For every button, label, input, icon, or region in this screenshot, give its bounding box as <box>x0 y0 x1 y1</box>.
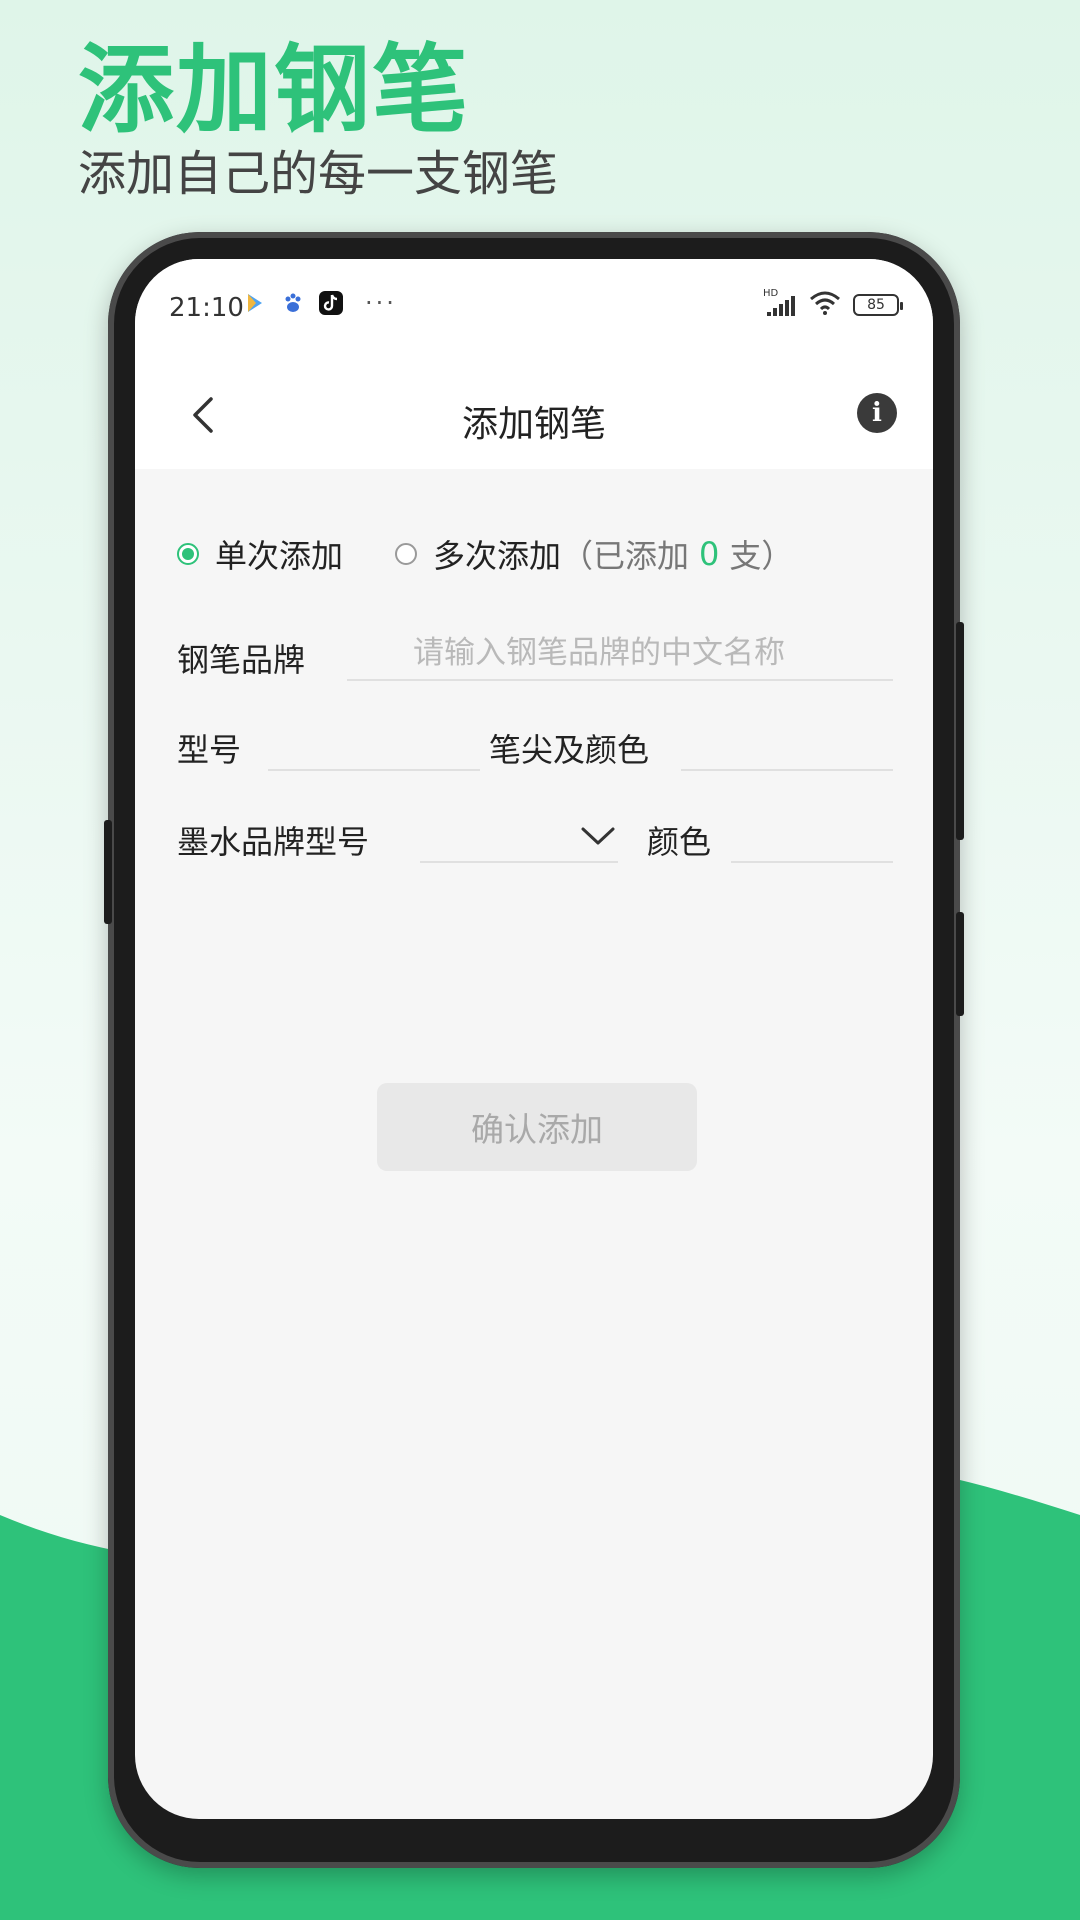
ink-brand-dropdown[interactable] <box>420 809 618 863</box>
single-add-label[interactable]: 单次添加 <box>215 531 343 577</box>
nib-color-input[interactable] <box>681 717 893 771</box>
color-label: 颜色 <box>647 823 712 861</box>
phone-frame: 21:10 ··· HD 85 添加钢笔 i 单次添加 多次添加 （已添加 0 … <box>104 232 964 1868</box>
status-app-icons: ··· <box>243 289 397 317</box>
phone-side-button <box>956 912 964 1016</box>
model-label: 型号 <box>177 731 242 769</box>
nib-color-label: 笔尖及颜色 <box>489 731 650 769</box>
multi-add-label[interactable]: 多次添加 <box>433 531 561 577</box>
play-store-icon <box>243 291 267 315</box>
brand-label: 钢笔品牌 <box>177 641 306 679</box>
phone-power-button <box>956 622 964 840</box>
promo-subtitle: 添加自己的每一支钢笔 <box>78 146 559 202</box>
phone-volume-button <box>104 820 112 924</box>
info-icon[interactable]: i <box>857 393 897 433</box>
brand-input[interactable] <box>347 627 893 681</box>
status-bar: 21:10 ··· HD 85 <box>135 259 933 359</box>
model-input[interactable] <box>268 717 480 771</box>
color-input[interactable] <box>731 809 893 863</box>
added-count-prefix: （已添加 <box>561 537 690 575</box>
nav-bar: 添加钢笔 i <box>135 359 933 469</box>
status-more-icon: ··· <box>365 289 397 317</box>
wifi-icon <box>809 291 841 319</box>
status-right: HD 85 <box>763 288 903 319</box>
battery-icon: 85 <box>853 294 903 316</box>
added-count-suffix: 支） <box>729 537 794 575</box>
single-add-radio[interactable] <box>177 543 199 565</box>
baidu-icon <box>281 291 305 315</box>
promo-title: 添加钢笔 <box>78 34 470 146</box>
status-time: 21:10 <box>169 293 244 323</box>
page-title: 添加钢笔 <box>461 404 606 445</box>
ink-brand-label: 墨水品牌型号 <box>177 823 370 861</box>
multi-add-radio[interactable] <box>395 543 418 565</box>
signal-icon: HD <box>763 288 797 318</box>
phone-screen: 21:10 ··· HD 85 添加钢笔 i 单次添加 多次添加 （已添加 0 … <box>135 259 933 1819</box>
chevron-down-icon <box>581 827 615 845</box>
added-count: 0 <box>699 535 720 573</box>
confirm-add-button[interactable]: 确认添加 <box>377 1083 697 1171</box>
add-mode-group: 单次添加 多次添加 （已添加 0 支） <box>177 531 793 577</box>
tiktok-icon <box>319 291 343 315</box>
